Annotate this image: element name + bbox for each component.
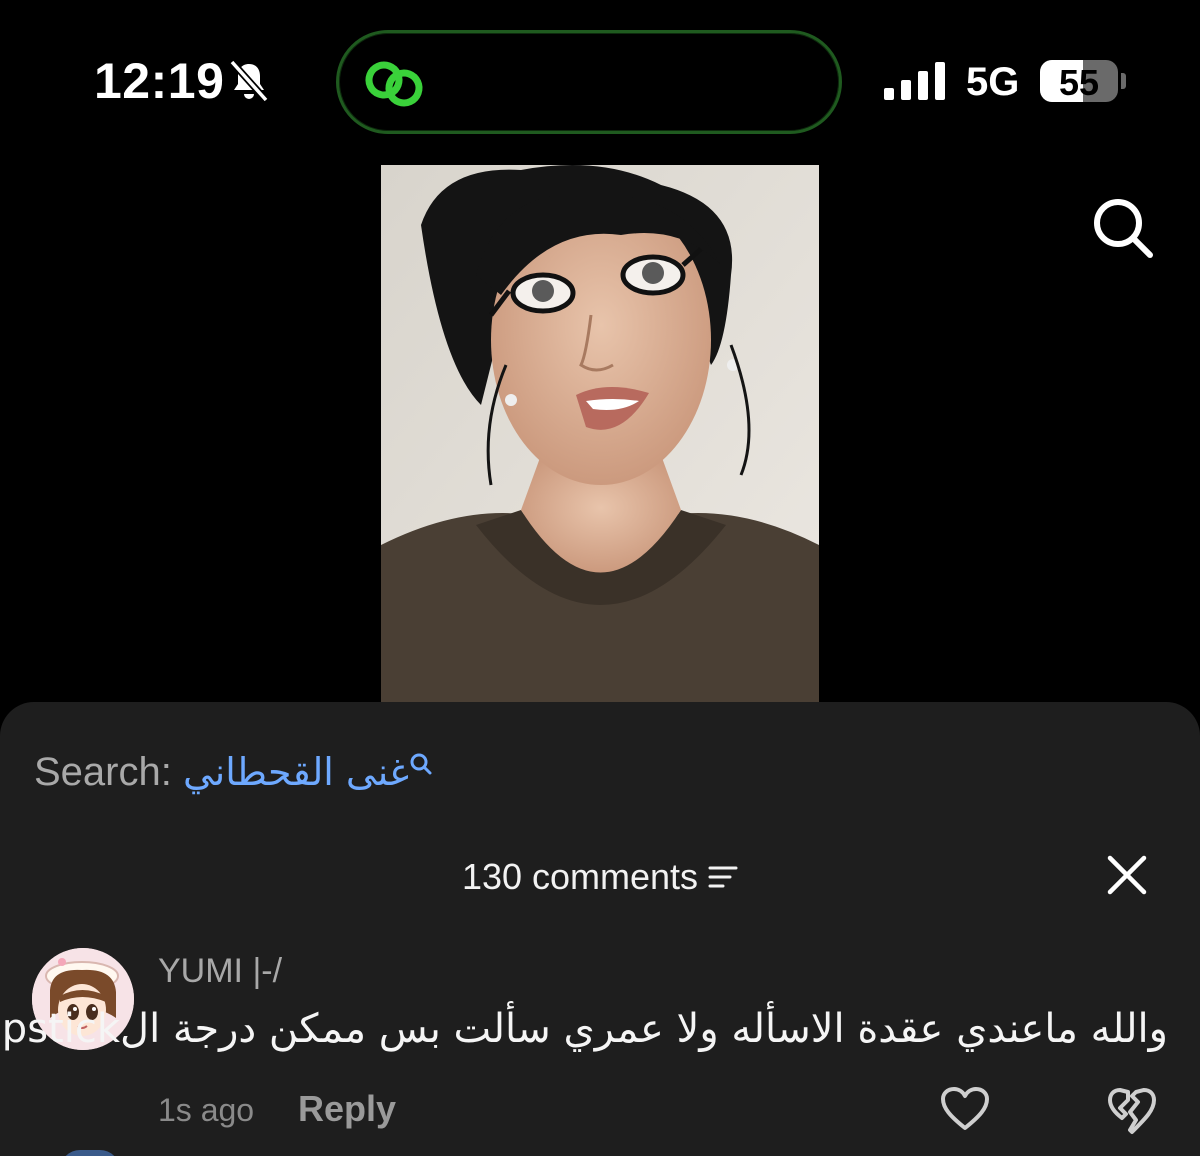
search-prefix: Search: bbox=[34, 750, 183, 794]
broken-heart-icon[interactable] bbox=[1106, 1086, 1158, 1136]
search-mini-icon bbox=[410, 753, 432, 775]
search-term-link[interactable]: غنى القحطاني bbox=[183, 750, 409, 794]
comment-username[interactable]: YUMI |-/ bbox=[158, 952, 282, 991]
comment-text: والله ماعندي عقدة الاسأله ولا عمري سألت … bbox=[0, 1006, 1168, 1052]
related-search[interactable]: Search: غنى القحطاني bbox=[34, 750, 433, 795]
battery-nub bbox=[1121, 73, 1126, 89]
reply-button[interactable]: Reply bbox=[298, 1088, 396, 1130]
comment-timestamp: 1s ago bbox=[158, 1092, 255, 1128]
linked-rings-icon bbox=[365, 61, 423, 107]
comments-header[interactable]: 130 comments bbox=[0, 856, 1200, 898]
comments-count: 130 comments bbox=[461, 856, 699, 897]
battery-icon: 55 bbox=[1040, 60, 1118, 102]
next-comment-avatar[interactable] bbox=[60, 1150, 120, 1156]
bell-slash-icon bbox=[229, 59, 269, 103]
battery-percent: 55 bbox=[1058, 62, 1100, 102]
network-type: 5G bbox=[966, 60, 1020, 104]
dynamic-island[interactable] bbox=[336, 30, 842, 134]
sort-filter-icon[interactable] bbox=[708, 864, 738, 890]
comments-sheet: Search: غنى القحطاني 130 comments YUMI |… bbox=[0, 702, 1200, 1156]
close-icon[interactable] bbox=[1104, 852, 1150, 898]
search-icon[interactable] bbox=[1090, 195, 1156, 261]
video-frame-illustration bbox=[381, 165, 819, 705]
signal-icon bbox=[884, 62, 945, 100]
video-player[interactable] bbox=[381, 165, 819, 705]
heart-icon[interactable] bbox=[940, 1086, 990, 1132]
status-time: 12:19 bbox=[94, 53, 225, 109]
